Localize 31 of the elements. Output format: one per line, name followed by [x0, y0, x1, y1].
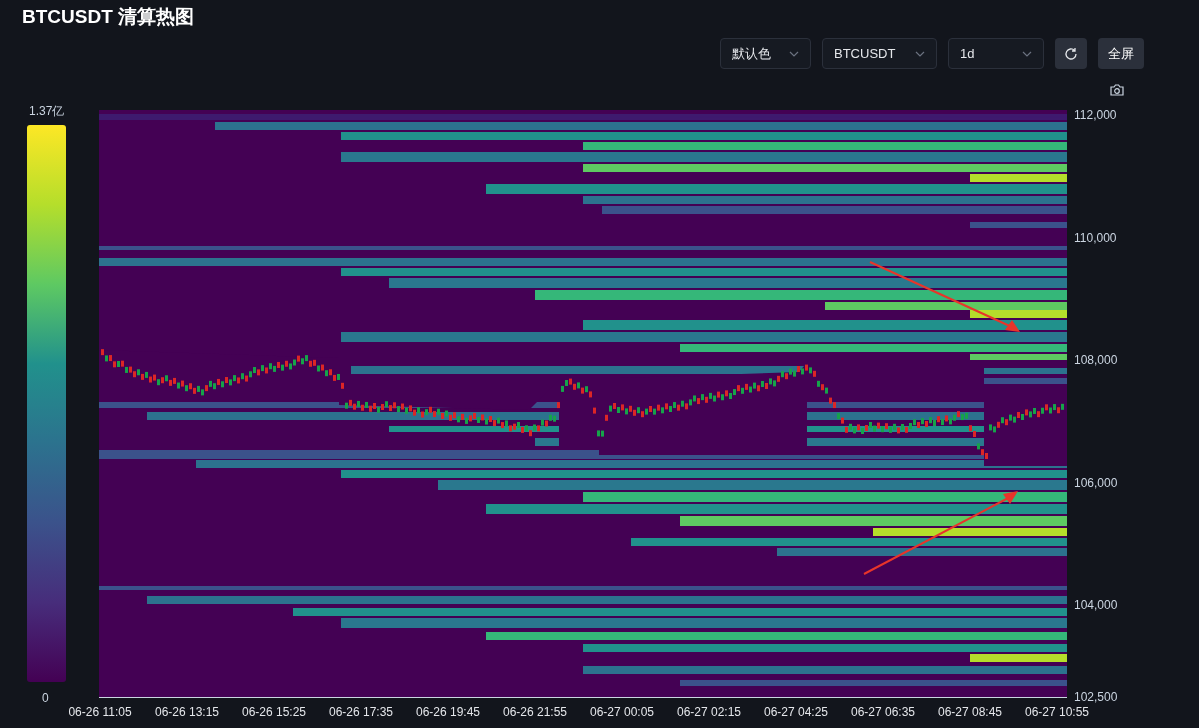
dropdown[interactable]: BTCUSDT: [822, 38, 937, 69]
page-title: BTCUSDT 清算热图: [22, 5, 195, 29]
y-axis-label: 112,000: [1074, 108, 1117, 122]
y-axis-label: 106,000: [1074, 476, 1118, 490]
x-axis-label: 06-26 11:05: [67, 704, 133, 721]
x-axis-label: 06-27 06:35: [849, 704, 917, 721]
dropdown[interactable]: 1d: [948, 38, 1044, 69]
x-axis-label: 06-26 13:15: [153, 704, 221, 721]
camera-icon[interactable]: [1110, 84, 1124, 96]
refresh-button[interactable]: [1055, 38, 1087, 69]
dropdown[interactable]: 默认色: [720, 38, 811, 69]
x-axis-label: 06-26 15:25: [240, 704, 308, 721]
fullscreen-button[interactable]: 全屏: [1098, 38, 1144, 69]
x-axis-label: 06-27 08:45: [936, 704, 1004, 721]
y-axis-label: 110,000: [1074, 231, 1117, 245]
chevron-down-icon: [915, 50, 925, 57]
x-axis-label: 06-27 02:15: [675, 704, 743, 721]
chevron-down-icon: [1022, 50, 1032, 57]
x-axis-label: 06-27 00:05: [588, 704, 656, 721]
y-axis-label: 108,000: [1074, 353, 1118, 367]
x-axis-label: 06-27 04:25: [762, 704, 830, 721]
refresh-icon: [1064, 46, 1078, 61]
scale-min-label: 0: [42, 690, 49, 707]
x-axis-label: 06-26 17:35: [327, 704, 395, 721]
scale-max-label: 1.37亿: [29, 103, 65, 120]
x-axis-label: 06-26 19:45: [414, 704, 482, 721]
x-axis-label: 06-26 21:55: [501, 704, 569, 721]
chevron-down-icon: [789, 50, 799, 57]
x-axis-label: 06-27 10:55: [1023, 704, 1091, 721]
y-axis-label: 104,000: [1074, 598, 1118, 612]
y-axis-label: 102,500: [1074, 690, 1118, 704]
